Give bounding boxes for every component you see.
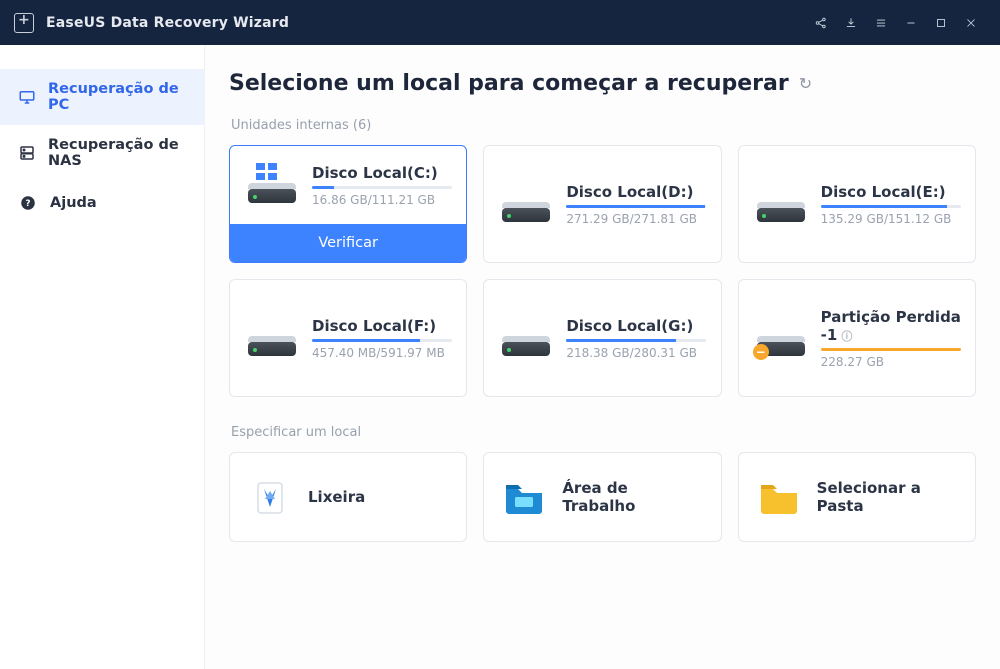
drive-icon: [498, 182, 554, 226]
drives-grid: Disco Local(C:) 16.86 GB/111.21 GB Verif…: [229, 145, 976, 397]
drive-usage-bar: [566, 205, 706, 208]
drive-card-lost-partition[interactable]: − Partição Perdida -1ⓘ 228.27 GB: [738, 279, 976, 397]
location-card-select-folder[interactable]: Selecionar a Pasta: [738, 452, 976, 542]
maximize-button[interactable]: [926, 0, 956, 45]
drive-usage-bar: [312, 339, 452, 342]
drive-usage-bar: [312, 186, 452, 189]
drive-icon: [244, 316, 300, 360]
drive-icon: [244, 163, 300, 207]
sidebar-item-label: Recuperação de PC: [48, 81, 186, 113]
download-button[interactable]: [836, 0, 866, 45]
main-panel: Selecione um local para começar a recupe…: [205, 45, 1000, 669]
svg-text:?: ?: [25, 199, 30, 209]
drive-name: Disco Local(C:): [312, 164, 452, 182]
monitor-icon: [18, 87, 36, 107]
folder-icon: [757, 475, 801, 519]
location-label: Selecionar a Pasta: [817, 479, 957, 515]
drive-name: Disco Local(G:): [566, 317, 706, 335]
drive-usage: 135.29 GB/151.12 GB: [821, 212, 961, 226]
sidebar-item-help[interactable]: ? Ajuda: [0, 181, 204, 225]
nas-icon: [18, 143, 36, 163]
drive-icon: [753, 182, 809, 226]
minimize-button[interactable]: [896, 0, 926, 45]
info-icon[interactable]: ⓘ: [841, 330, 852, 343]
warning-badge-icon: −: [753, 344, 769, 360]
page-title: Selecione um local para começar a recupe…: [229, 71, 789, 96]
sidebar-item-label: Recuperação de NAS: [48, 137, 186, 169]
drive-usage-bar: [821, 205, 961, 208]
drive-usage: 228.27 GB: [821, 355, 961, 369]
location-label: Lixeira: [308, 488, 365, 506]
drive-card-c[interactable]: Disco Local(C:) 16.86 GB/111.21 GB Verif…: [229, 145, 467, 263]
drive-name: Disco Local(F:): [312, 317, 452, 335]
drive-usage: 16.86 GB/111.21 GB: [312, 193, 452, 207]
locations-grid: Lixeira Área de Trabalho Selecionar a Pa…: [229, 452, 976, 542]
drive-name: Disco Local(E:): [821, 183, 961, 201]
sidebar-item-label: Ajuda: [50, 195, 97, 211]
menu-button[interactable]: [866, 0, 896, 45]
location-card-recycle-bin[interactable]: Lixeira: [229, 452, 467, 542]
close-button[interactable]: [956, 0, 986, 45]
titlebar: EaseUS Data Recovery Wizard: [0, 0, 1000, 45]
app-logo-icon: [14, 13, 34, 33]
drive-usage: 218.38 GB/280.31 GB: [566, 346, 706, 360]
sidebar: Recuperação de PC Recuperação de NAS ? A…: [0, 45, 205, 669]
drive-icon: −: [753, 316, 809, 360]
recycle-bin-icon: [248, 475, 292, 519]
drive-usage-bar: [566, 339, 706, 342]
app-title: EaseUS Data Recovery Wizard: [46, 15, 289, 31]
drive-usage-bar: [821, 348, 961, 351]
drive-card-g[interactable]: Disco Local(G:) 218.38 GB/280.31 GB: [483, 279, 721, 397]
help-icon: ?: [18, 193, 38, 213]
scan-button[interactable]: Verificar: [230, 224, 466, 262]
location-label: Área de Trabalho: [562, 479, 702, 515]
drive-name: Disco Local(D:): [566, 183, 706, 201]
sidebar-item-nas-recovery[interactable]: Recuperação de NAS: [0, 125, 204, 181]
drive-usage: 457.40 MB/591.97 MB: [312, 346, 452, 360]
drive-card-d[interactable]: Disco Local(D:) 271.29 GB/271.81 GB: [483, 145, 721, 263]
drive-card-e[interactable]: Disco Local(E:) 135.29 GB/151.12 GB: [738, 145, 976, 263]
drive-usage: 271.29 GB/271.81 GB: [566, 212, 706, 226]
refresh-button[interactable]: ↻: [799, 74, 812, 93]
drive-name: Partição Perdida -1ⓘ: [821, 308, 961, 344]
internal-drives-label: Unidades internas (6): [231, 118, 976, 133]
location-card-desktop[interactable]: Área de Trabalho: [483, 452, 721, 542]
share-button[interactable]: [806, 0, 836, 45]
specify-location-label: Especificar um local: [231, 425, 976, 440]
sidebar-item-pc-recovery[interactable]: Recuperação de PC: [0, 69, 204, 125]
drive-icon: [498, 316, 554, 360]
drive-card-f[interactable]: Disco Local(F:) 457.40 MB/591.97 MB: [229, 279, 467, 397]
desktop-folder-icon: [502, 475, 546, 519]
